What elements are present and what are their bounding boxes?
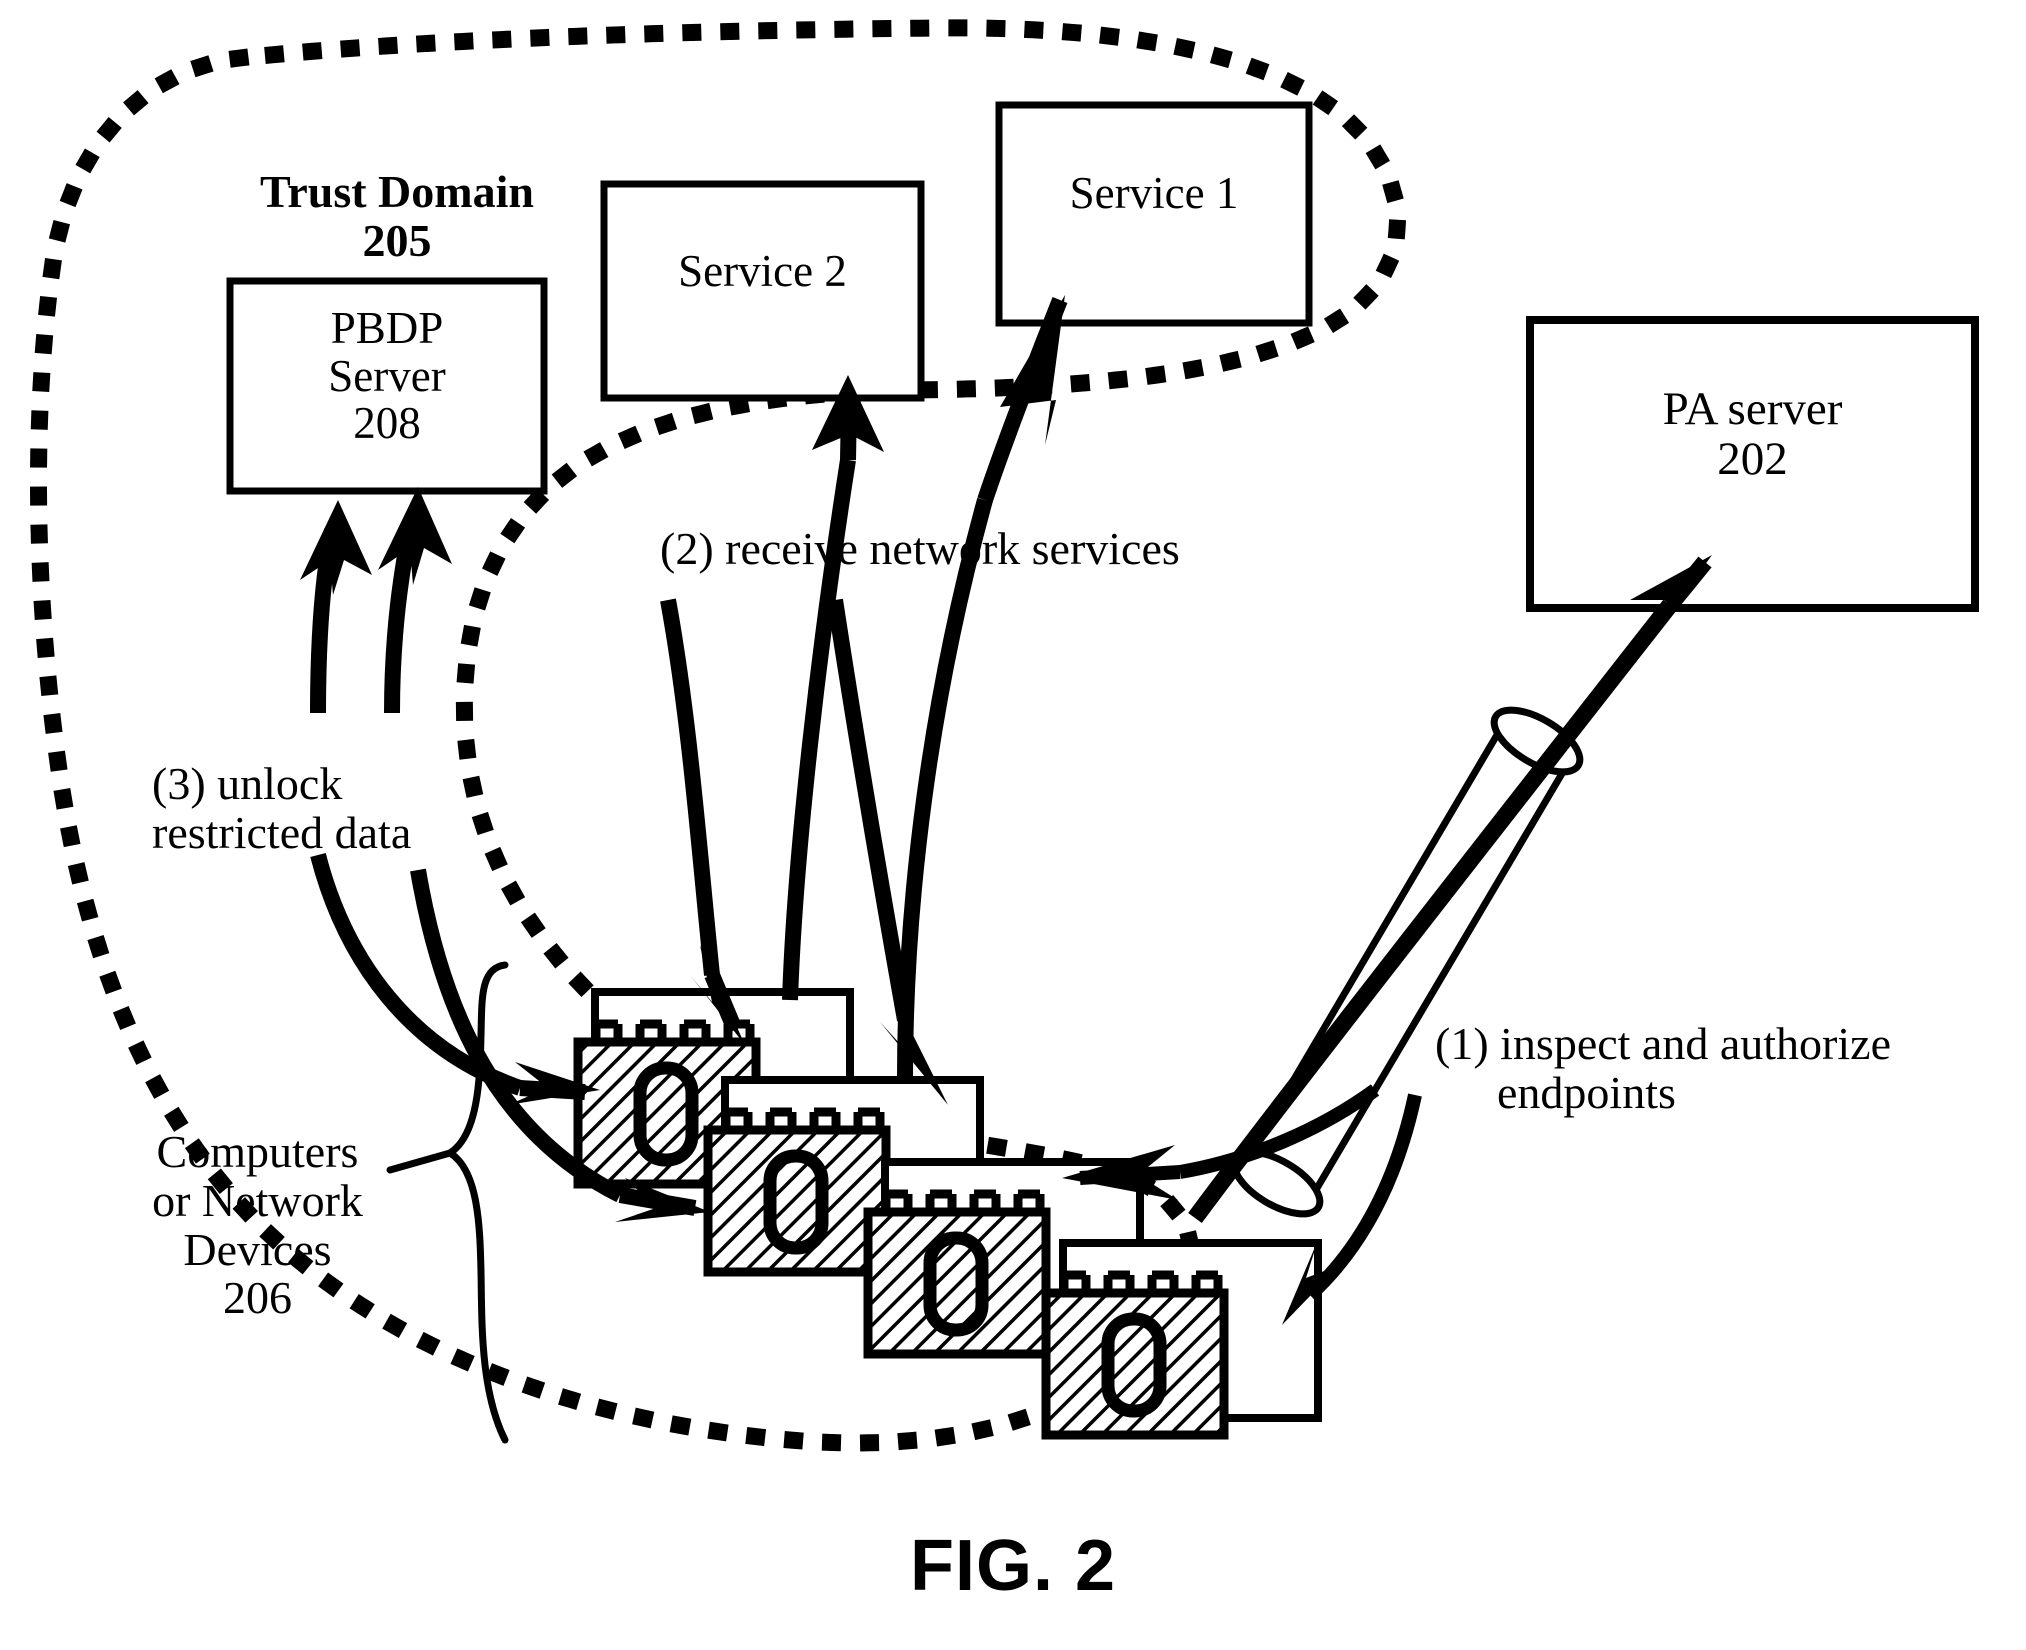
endpoints-line2: or Network bbox=[152, 1174, 363, 1226]
service1-text: Service 1 bbox=[1069, 168, 1239, 218]
figure-caption-text: FIG. 2 bbox=[909, 1526, 1117, 1606]
flow-arrow-inspect-to-pa bbox=[1188, 555, 1712, 1224]
pa-server-line1: PA server bbox=[1662, 383, 1843, 435]
step1-label: (1) inspect and authorize endpoints bbox=[1435, 1018, 1891, 1118]
flow-arrow-to-device1 bbox=[660, 598, 745, 1045]
trust-domain-label-line2: 205 bbox=[362, 214, 432, 266]
step3-label: (3) unlock restricted data bbox=[152, 758, 412, 858]
step1-line2: endpoints bbox=[1497, 1066, 1676, 1118]
flow-arrow-unlock-1 bbox=[300, 500, 372, 714]
step3-line2: restricted data bbox=[152, 806, 412, 858]
service1-label: Service 1 bbox=[999, 168, 1309, 218]
flow-arrow-unlock-2 bbox=[378, 487, 452, 714]
endpoints-line1: Computers bbox=[156, 1126, 359, 1177]
unlock-path-to-device1 bbox=[310, 853, 600, 1105]
pbdp-server-line1: PBDP bbox=[330, 303, 444, 353]
flow-arrow-service2 bbox=[782, 375, 884, 1001]
endpoints-label: Computers or Network Devices 206 bbox=[125, 1126, 390, 1324]
device-icon-4 bbox=[1041, 1239, 1322, 1440]
service2-label: Service 2 bbox=[604, 246, 921, 296]
service2-text: Service 2 bbox=[678, 246, 847, 296]
pbdp-server-label: PBDP Server 208 bbox=[232, 303, 542, 449]
flow-arrow-service1 bbox=[897, 295, 1068, 1079]
pbdp-server-line3: 208 bbox=[353, 398, 421, 449]
step3-line1: (3) unlock bbox=[152, 758, 343, 809]
endpoints-line4: 206 bbox=[223, 1272, 292, 1324]
figure-caption: FIG. 2 bbox=[0, 1528, 2026, 1604]
figure-canvas: Trust Domain 205 PBDP Server 208 Service 2 … bbox=[0, 0, 2026, 1650]
pbdp-server-line2: Server bbox=[328, 350, 446, 401]
pa-server-label: PA server 202 bbox=[1530, 383, 1975, 485]
step2-label: (2) receive network services bbox=[660, 523, 1180, 574]
endpoints-brace bbox=[386, 961, 509, 1444]
step1-line1: (1) inspect and authorize bbox=[1435, 1018, 1891, 1069]
trust-domain-label: Trust Domain 205 bbox=[232, 166, 562, 266]
step2-line1: (2) receive network services bbox=[660, 523, 1180, 574]
trust-domain-label-line1: Trust Domain bbox=[260, 166, 534, 217]
pa-server-line2: 202 bbox=[1717, 432, 1788, 485]
endpoints-line3: Devices bbox=[183, 1223, 332, 1275]
